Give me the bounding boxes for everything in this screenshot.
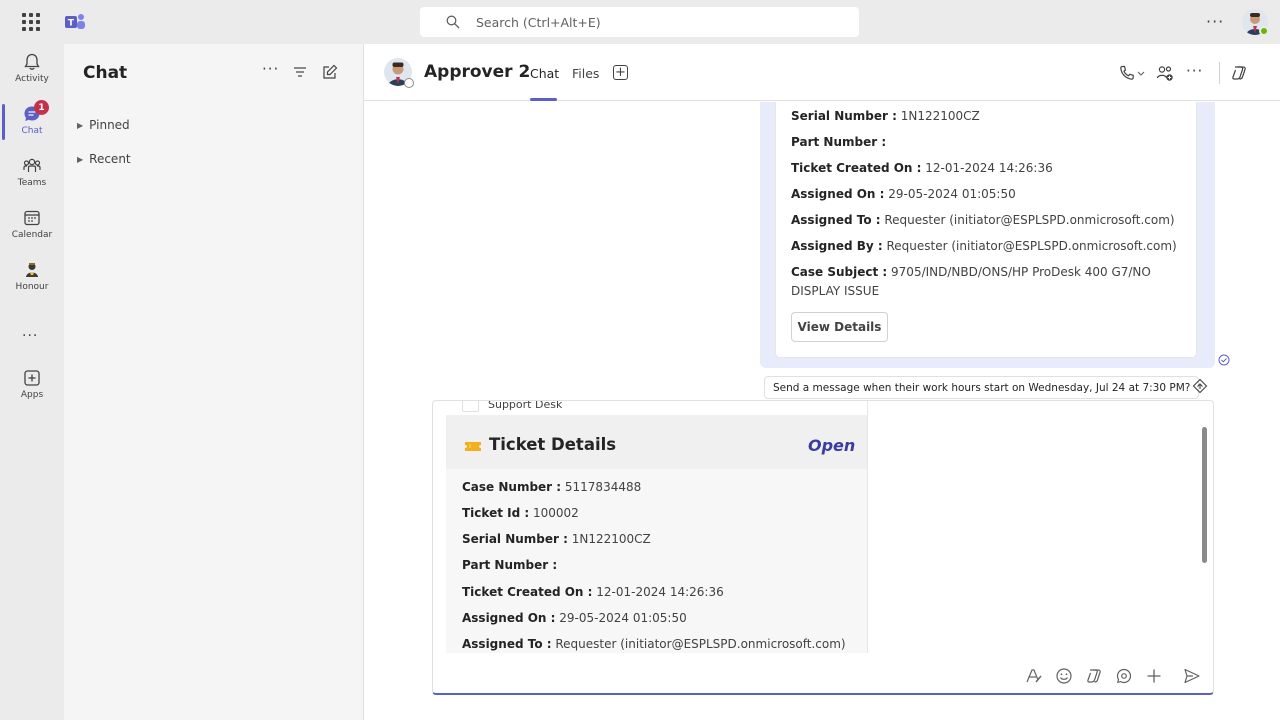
support-desk-label: Support Desk [488,401,563,411]
caret-right-icon: ▶ [77,154,84,164]
rail-label: Calendar [11,230,53,240]
ticket-icon [465,442,481,451]
emoji-icon[interactable] [1055,667,1073,685]
field-assigned-to: Assigned To : Requester (initiator@ESPLS… [462,637,846,651]
rail-label: Honour [15,282,49,292]
tab-chat[interactable]: Chat [530,66,559,81]
ticket-card-draft: Support Desk Ticket Details Open Case Nu… [446,401,868,653]
more-options-icon[interactable]: ··· [262,60,278,78]
unread-badge: 1 [34,100,49,115]
calendar-icon [24,210,40,226]
call-icon[interactable] [1118,64,1136,82]
add-tab-icon[interactable]: + [613,65,628,80]
add-people-icon[interactable] [1156,64,1174,82]
field-case-number: Case Number : 5117834488 [462,480,642,494]
field-serial-number: Serial Number : 1N122100CZ [462,532,651,546]
chat-list-pane: Chat ··· ▶ Pinned ▶ Recent [64,44,364,720]
field-part-number: Part Number : [462,558,558,572]
conversation-header: Approver 2 Chat Files + ··· [364,44,1280,101]
search-placeholder: Search (Ctrl+Alt+E) [476,14,601,30]
send-icon[interactable] [1183,667,1201,685]
rail-item-chat[interactable]: Chat 1 [0,96,64,148]
teams-logo-icon: T [65,14,85,29]
compose-box[interactable]: Support Desk Ticket Details Open Case Nu… [432,400,1214,695]
schedule-send-icon[interactable] [1192,378,1208,394]
field-ticket-id: Ticket Id : 100002 [462,506,579,520]
rail-item-honour[interactable]: Honour [0,252,64,304]
plus-icon[interactable] [1145,667,1163,685]
more-options-icon[interactable]: ··· [1186,62,1203,80]
more-options-icon[interactable]: ··· [1206,12,1224,31]
search-input[interactable]: Search (Ctrl+Alt+E) [420,7,859,37]
support-desk-checkbox[interactable] [462,401,479,412]
teams-icon [23,158,41,172]
rail-label: Chat [21,126,43,136]
field-assigned-on: Assigned On : 29-05-2024 01:05:50 [462,611,687,625]
field-part-number: Part Number : [791,135,887,149]
caret-right-icon: ▶ [77,120,84,130]
field-ticket-created-on: Ticket Created On : 12-01-2024 14:26:36 [462,585,724,599]
compose-scrollbar[interactable] [1202,427,1207,563]
bell-icon [24,53,40,70]
search-icon [446,15,460,29]
tab-files[interactable]: Files [572,66,599,81]
conversation-pane: Approver 2 Chat Files + ··· Serial Numbe… [364,44,1280,720]
copilot-icon[interactable] [1230,64,1248,82]
filter-icon[interactable] [292,64,308,80]
rail-item-calendar[interactable]: Calendar [0,200,64,252]
app-rail: Activity Chat 1 Teams Calendar Honour ··… [0,44,64,720]
more-apps-icon[interactable]: ··· [22,328,38,344]
field-assigned-by: Assigned By : Requester (initiator@ESPLS… [791,239,1177,253]
read-receipt-icon [1218,354,1230,366]
field-ticket-created-on: Ticket Created On : 12-01-2024 14:26:36 [791,161,1053,175]
field-serial-number: Serial Number : 1N122100CZ [791,109,980,123]
status-badge: Open [808,436,856,455]
rail-item-activity[interactable]: Activity [0,44,64,96]
schedule-send-suggestion[interactable]: Send a message when their work hours sta… [764,376,1200,399]
section-label: Pinned [89,118,130,132]
rail-item-apps[interactable]: Apps [0,360,64,412]
active-tab-indicator [530,98,557,101]
new-chat-icon[interactable] [322,64,338,80]
format-icon[interactable] [1025,667,1043,685]
field-case-subject: Case Subject : 9705/IND/NBD/ONS/HP ProDe… [791,265,1151,298]
card-title: Ticket Details [489,435,617,454]
contact-name: Approver 2 [424,62,531,82]
field-assigned-to: Assigned To : Requester (initiator@ESPLS… [791,213,1175,227]
rail-label: Apps [20,390,44,400]
add-app-icon [24,370,40,386]
rail-item-teams[interactable]: Teams [0,148,64,200]
section-pinned[interactable]: ▶ Pinned [77,118,130,132]
loop-icon[interactable] [1115,667,1133,685]
view-details-button[interactable]: View Details [791,312,888,342]
apps-waffle-icon[interactable] [22,13,40,31]
honour-icon [26,263,38,277]
section-recent[interactable]: ▶ Recent [77,152,131,166]
section-label: Recent [89,152,131,166]
presence-offline-icon [404,78,414,88]
card-title-row: Ticket Details Open [446,415,867,469]
rail-label: Teams [17,178,47,188]
presence-available-icon [1259,26,1269,36]
top-bar: T Search (Ctrl+Alt+E) ··· [0,0,1280,44]
field-assigned-on: Assigned On : 29-05-2024 01:05:50 [791,187,1016,201]
svg-text:T: T [68,19,75,29]
header-divider [1219,62,1220,84]
chat-list-title: Chat [83,63,128,83]
rail-label: Activity [15,74,49,84]
chevron-down-icon[interactable] [1136,64,1146,82]
copilot-icon[interactable] [1085,667,1103,685]
